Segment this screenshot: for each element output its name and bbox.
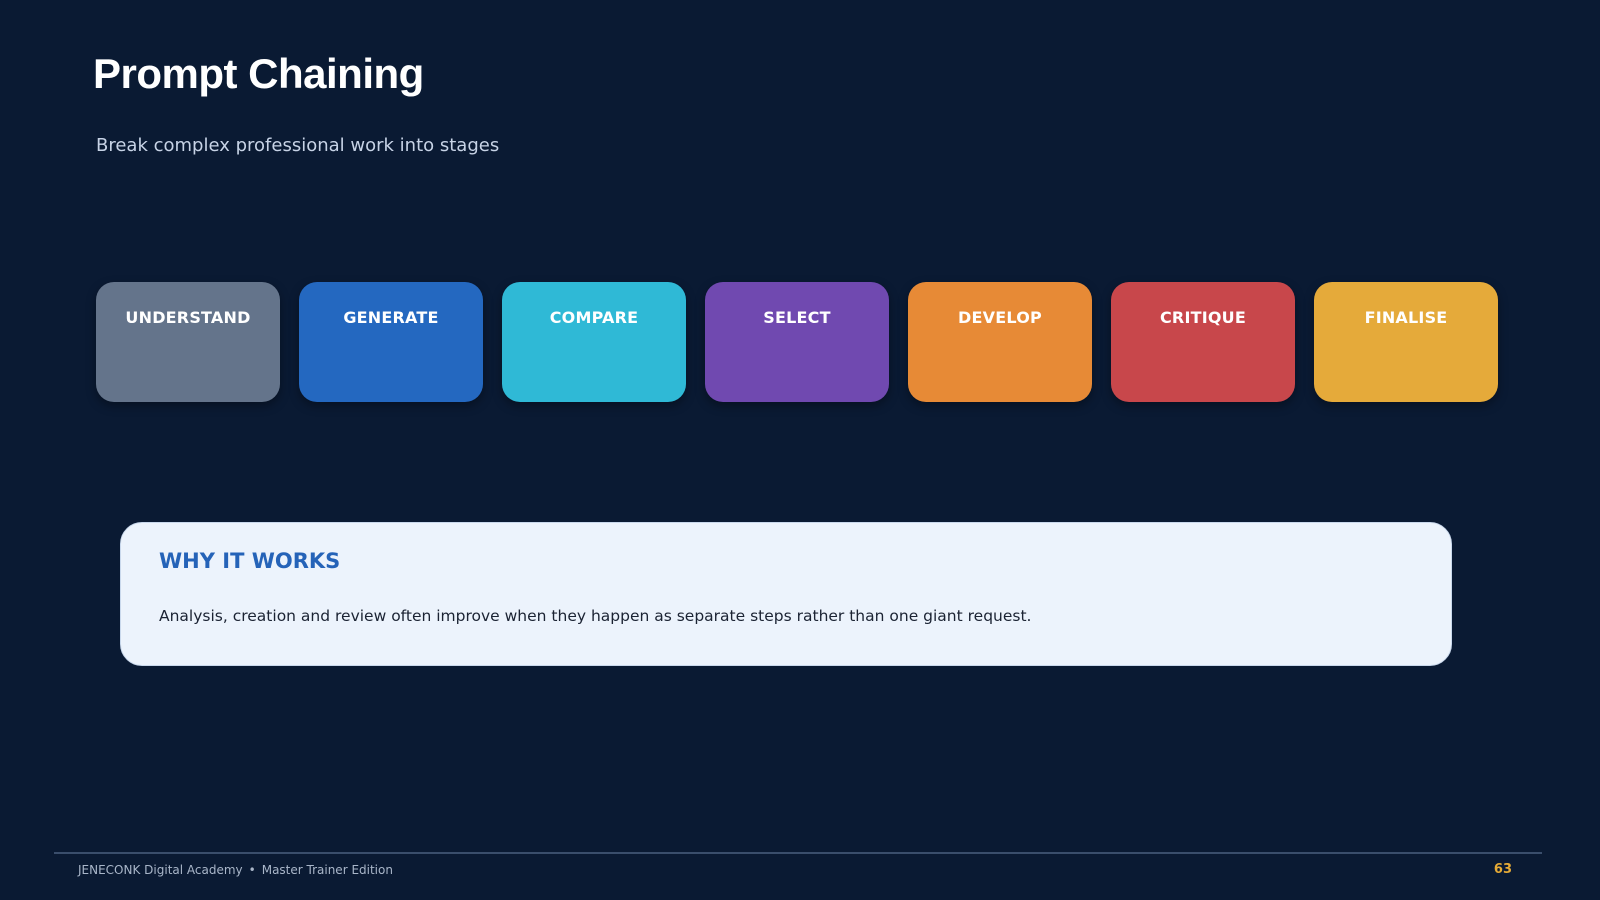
stage-generate: GENERATE bbox=[299, 282, 483, 402]
stage-label: SELECT bbox=[763, 308, 831, 327]
why-it-works-body: Analysis, creation and review often impr… bbox=[159, 607, 1032, 625]
stage-critique: CRITIQUE bbox=[1111, 282, 1295, 402]
stage-label: FINALISE bbox=[1364, 308, 1448, 327]
footer-divider bbox=[54, 852, 1542, 854]
stage-label: COMPARE bbox=[549, 308, 639, 327]
stage-understand: UNDERSTAND bbox=[96, 282, 280, 402]
stage-finalise: FINALISE bbox=[1314, 282, 1498, 402]
page-number: 63 bbox=[1493, 862, 1512, 877]
stage-compare: COMPARE bbox=[502, 282, 686, 402]
stage-develop: DEVELOP bbox=[908, 282, 1092, 402]
slide: Prompt Chaining Break complex profession… bbox=[0, 0, 1600, 900]
why-it-works-heading: WHY IT WORKS bbox=[159, 549, 341, 573]
footer-org: JENECONK Digital Academy bbox=[78, 863, 243, 877]
stage-label: CRITIQUE bbox=[1159, 308, 1246, 327]
slide-subtitle: Break complex professional work into sta… bbox=[96, 135, 500, 156]
slide-title: Prompt Chaining bbox=[93, 50, 424, 97]
stage-label: GENERATE bbox=[343, 308, 439, 327]
stage-label: UNDERSTAND bbox=[125, 308, 251, 327]
stage-select: SELECT bbox=[705, 282, 889, 402]
footer-edition: Master Trainer Edition bbox=[261, 863, 393, 877]
why-it-works-card: WHY IT WORKS Analysis, creation and revi… bbox=[120, 522, 1452, 666]
stage-chain: UNDERSTAND GENERATE COMPARE SELECT DEVEL… bbox=[96, 282, 1498, 402]
stage-label: DEVELOP bbox=[958, 308, 1042, 327]
footer-separator: • bbox=[248, 863, 256, 877]
footer-credit: JENECONK Digital Academy • Master Trainer … bbox=[78, 863, 393, 877]
